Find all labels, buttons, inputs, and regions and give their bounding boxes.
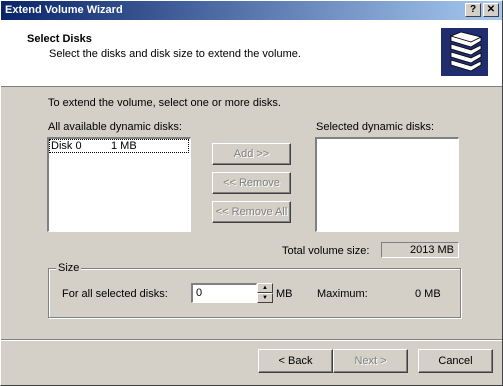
instruction-text: To extend the volume, select one or more… bbox=[48, 97, 281, 109]
page-subtitle: Select the disks and disk size to extend… bbox=[49, 48, 301, 60]
disk-stack-icon bbox=[441, 28, 488, 76]
size-spinner[interactable]: ▲ ▼ bbox=[257, 283, 273, 303]
disk-name: Disk 0 bbox=[51, 140, 82, 152]
window-title: Extend Volume Wizard bbox=[5, 4, 123, 16]
available-disks-label: All available dynamic disks: bbox=[48, 121, 182, 133]
for-all-disks-label: For all selected disks: bbox=[62, 288, 168, 300]
wizard-header: Select Disks Select the disks and disk s… bbox=[1, 20, 502, 87]
spin-up-icon[interactable]: ▲ bbox=[257, 283, 273, 293]
maximum-label: Maximum: bbox=[317, 288, 368, 300]
back-button[interactable]: < Back bbox=[258, 349, 333, 373]
size-unit: MB bbox=[276, 288, 293, 300]
footer-separator bbox=[1, 339, 502, 341]
available-disks-list[interactable]: Disk 0 1 MB bbox=[47, 137, 191, 232]
size-input[interactable]: 0 bbox=[191, 283, 257, 303]
remove-button[interactable]: << Remove bbox=[212, 172, 291, 194]
cancel-button[interactable]: Cancel bbox=[418, 349, 493, 373]
disk-size: 1 MB bbox=[111, 140, 137, 152]
total-size-label: Total volume size: bbox=[282, 245, 370, 257]
add-button[interactable]: Add >> bbox=[212, 143, 291, 165]
maximum-value: 0 MB bbox=[415, 288, 441, 300]
spin-down-icon[interactable]: ▼ bbox=[257, 293, 273, 303]
title-bar[interactable]: Extend Volume Wizard ? ✕ bbox=[1, 1, 502, 20]
total-size-value: 2013 MB bbox=[381, 242, 459, 258]
selected-disks-label: Selected dynamic disks: bbox=[316, 121, 434, 133]
selected-disks-list[interactable] bbox=[315, 137, 459, 232]
page-title: Select Disks bbox=[27, 33, 92, 45]
wizard-window: Extend Volume Wizard ? ✕ Select Disks Se… bbox=[0, 0, 503, 386]
list-item[interactable]: Disk 0 1 MB bbox=[49, 139, 189, 153]
size-group-label: Size bbox=[56, 262, 82, 274]
next-button[interactable]: Next > bbox=[333, 349, 408, 373]
help-button[interactable]: ? bbox=[465, 3, 481, 17]
remove-all-button[interactable]: << Remove All bbox=[212, 201, 291, 223]
close-button[interactable]: ✕ bbox=[483, 3, 499, 17]
